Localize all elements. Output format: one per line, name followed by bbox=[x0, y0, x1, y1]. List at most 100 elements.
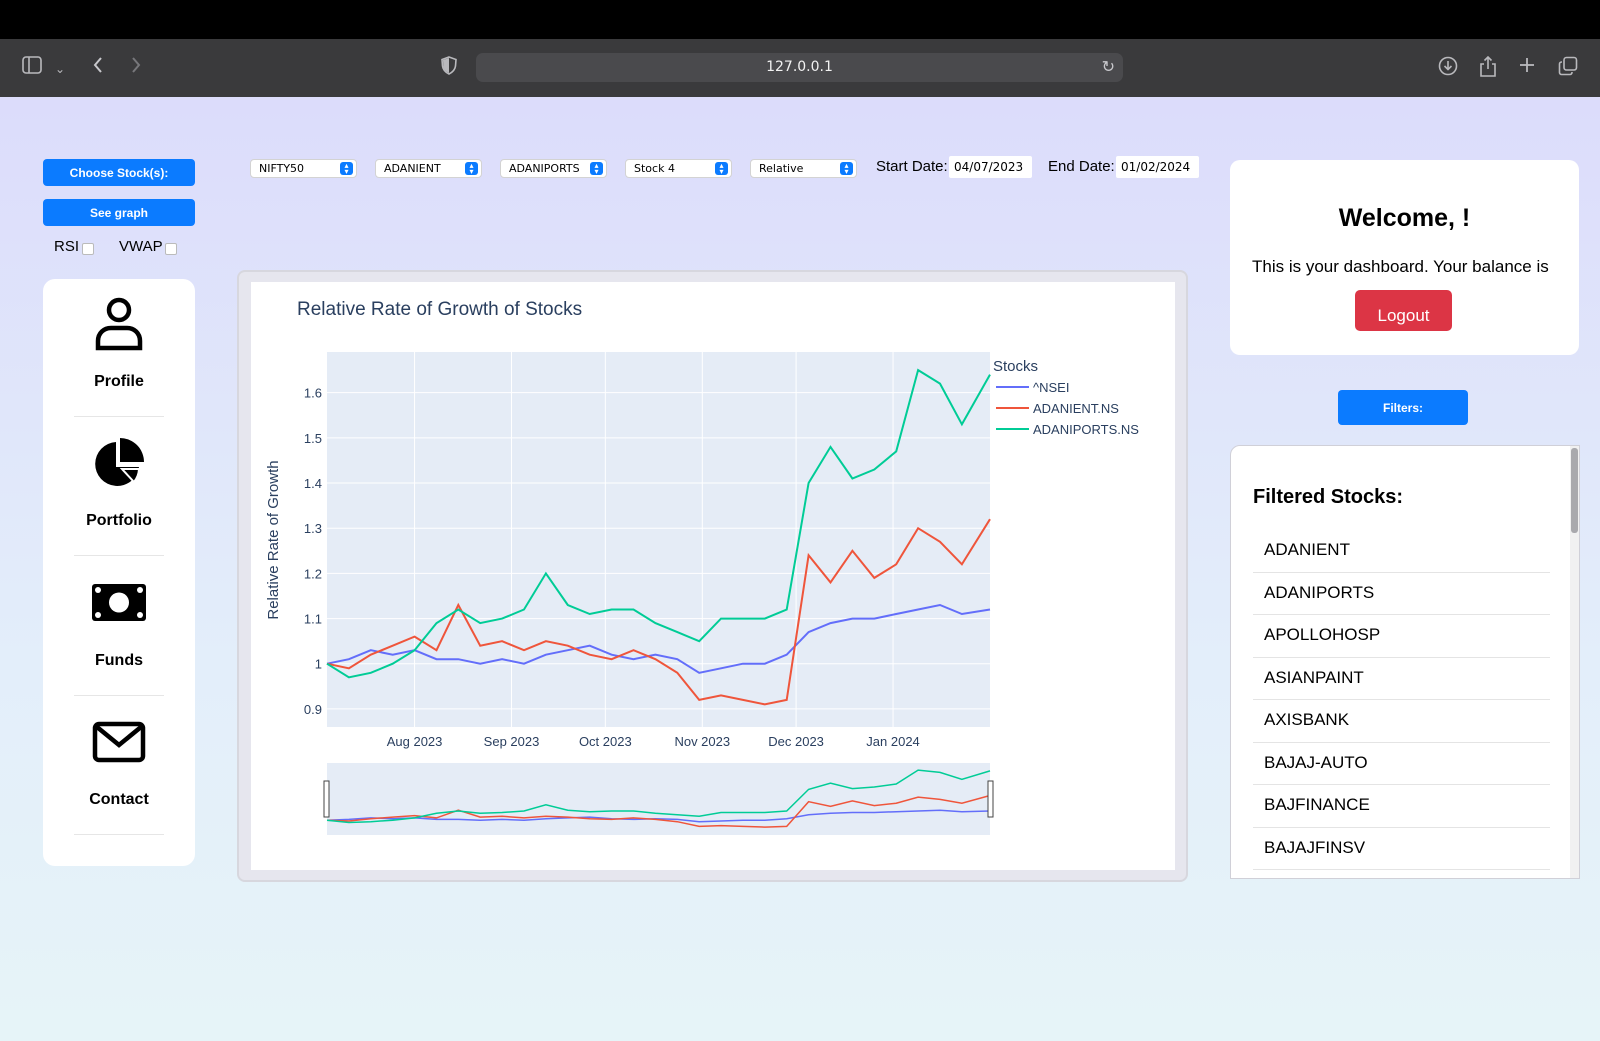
window-top-bar bbox=[0, 0, 1600, 39]
pie-chart-icon bbox=[95, 438, 144, 486]
money-icon bbox=[92, 584, 146, 621]
legend-item[interactable]: ^NSEI bbox=[1033, 380, 1069, 395]
chevron-down-icon[interactable]: ⌄ bbox=[55, 58, 65, 80]
scrollbar[interactable] bbox=[1570, 446, 1579, 878]
legend-title: Stocks bbox=[993, 358, 1038, 375]
chart-container: Relative Rate of Growth of Stocks 0.9 1 1.… bbox=[251, 282, 1175, 870]
sidebar-item-profile[interactable]: Profile bbox=[74, 297, 164, 417]
end-date-input[interactable]: 01/02/2024 bbox=[1116, 156, 1199, 178]
y-axis-label: Relative Rate of Growth bbox=[265, 460, 282, 619]
see-graph-button[interactable]: See graph bbox=[43, 199, 195, 226]
legend-item[interactable]: ADANIENT.NS bbox=[1033, 401, 1119, 416]
sidebar-item-label: Contact bbox=[89, 791, 149, 808]
y-tick-label: 1.3 bbox=[304, 521, 322, 536]
y-tick-label: 1.5 bbox=[304, 431, 322, 446]
sidebar-item-label: Profile bbox=[94, 373, 144, 390]
dashboard-page: Choose Stock(s): See graph RSI VWAP Prof… bbox=[0, 97, 1600, 1041]
envelope-icon bbox=[92, 721, 146, 763]
select-value: Relative bbox=[759, 162, 804, 175]
list-item[interactable]: BAJAJFINSV bbox=[1253, 828, 1550, 870]
y-tick-label: 1 bbox=[315, 657, 322, 672]
rsi-label: RSI bbox=[54, 238, 80, 255]
x-tick-label: Oct 2023 bbox=[579, 734, 632, 749]
back-arrow-icon[interactable] bbox=[92, 56, 104, 78]
select-value: Stock 4 bbox=[634, 162, 675, 175]
select-value: ADANIENT bbox=[384, 162, 441, 175]
y-tick-label: 0.9 bbox=[304, 702, 322, 717]
address-bar[interactable]: 127.0.0.1 ↻ bbox=[476, 53, 1123, 82]
sidebar-item-funds[interactable]: Funds bbox=[74, 576, 164, 696]
legend-item[interactable]: ADANIPORTS.NS bbox=[1033, 422, 1139, 437]
end-date-label: End Date: bbox=[1048, 158, 1115, 175]
person-icon bbox=[95, 297, 143, 351]
shield-icon[interactable] bbox=[441, 56, 457, 79]
start-date-input[interactable]: 04/07/2023 bbox=[949, 156, 1032, 178]
list-item[interactable]: BAJAJ-AUTO bbox=[1253, 743, 1550, 785]
new-tab-icon[interactable] bbox=[1518, 56, 1536, 78]
choose-stocks-button[interactable]: Choose Stock(s): bbox=[43, 159, 195, 186]
x-tick-label: Aug 2023 bbox=[387, 734, 443, 749]
stock-3-select[interactable]: Stock 4 ▴ ▾ bbox=[625, 159, 732, 178]
y-tick-label: 1.4 bbox=[304, 476, 322, 491]
select-arrows-icon: ▴ ▾ bbox=[590, 162, 603, 176]
sidebar-item-contact[interactable]: Contact bbox=[74, 715, 164, 835]
welcome-card: Welcome, ! This is your dashboard. Your … bbox=[1230, 160, 1579, 355]
stock-2-select[interactable]: ADANIPORTS ▴ ▾ bbox=[500, 159, 607, 178]
x-tick-label: Nov 2023 bbox=[674, 734, 730, 749]
sidebar-toggle-icon[interactable] bbox=[22, 56, 42, 78]
filtered-stocks-title: Filtered Stocks: bbox=[1253, 486, 1404, 508]
plot-area[interactable] bbox=[327, 352, 990, 727]
start-date-label: Start Date: bbox=[876, 158, 948, 175]
range-slider-left-handle[interactable] bbox=[323, 780, 330, 818]
stock-list: ADANIENT ADANIPORTS APOLLOHOSP ASIANPAINT AX… bbox=[1253, 530, 1550, 870]
vwap-checkbox[interactable] bbox=[165, 243, 177, 255]
sidebar-item-portfolio[interactable]: Portfolio bbox=[74, 436, 164, 556]
tab-overview-icon[interactable] bbox=[1558, 56, 1578, 80]
index-select[interactable]: NIFTY50 ▴ ▾ bbox=[250, 159, 357, 178]
download-icon[interactable] bbox=[1438, 56, 1458, 80]
y-tick-labels: 0.9 1 1.1 1.2 1.3 1.4 1.5 1.6 bbox=[304, 386, 322, 717]
x-tick-label: Sep 2023 bbox=[484, 734, 540, 749]
chart-frame: Relative Rate of Growth of Stocks 0.9 1 1.… bbox=[237, 270, 1188, 882]
range-slider-right-handle[interactable] bbox=[987, 780, 994, 818]
y-tick-label: 1.2 bbox=[304, 566, 322, 581]
rsi-checkbox[interactable] bbox=[82, 243, 94, 255]
reload-icon[interactable]: ↻ bbox=[1102, 57, 1115, 76]
list-item[interactable]: ADANIPORTS bbox=[1253, 573, 1550, 615]
select-arrows-icon: ▴ ▾ bbox=[465, 162, 478, 176]
growth-chart[interactable]: Relative Rate of Growth of Stocks 0.9 1 1.… bbox=[251, 282, 1175, 870]
legend[interactable]: ^NSEI ADANIENT.NS ADANIPORTS.NS bbox=[996, 380, 1139, 437]
list-item[interactable]: ASIANPAINT bbox=[1253, 658, 1550, 700]
vwap-label: VWAP bbox=[119, 238, 163, 255]
x-tick-label: Dec 2023 bbox=[768, 734, 824, 749]
list-item[interactable]: APOLLOHOSP bbox=[1253, 615, 1550, 658]
x-tick-labels: Aug 2023 Sep 2023 Oct 2023 Nov 2023 Dec 2023… bbox=[387, 734, 920, 749]
balance-text: This is your dashboard. Your balance is bbox=[1252, 257, 1549, 276]
scrollbar-thumb[interactable] bbox=[1571, 448, 1578, 533]
chart-title: Relative Rate of Growth of Stocks bbox=[297, 299, 582, 320]
x-tick-label: Jan 2024 bbox=[866, 734, 920, 749]
list-item[interactable]: AXISBANK bbox=[1253, 700, 1550, 743]
url-text: 127.0.0.1 bbox=[766, 59, 833, 75]
sidebar-nav: Profile Portfolio Funds Contact bbox=[43, 279, 195, 866]
welcome-title: Welcome, ! bbox=[1338, 204, 1471, 232]
stock-1-select[interactable]: ADANIENT ▴ ▾ bbox=[375, 159, 482, 178]
select-arrows-icon: ▴ ▾ bbox=[840, 162, 853, 176]
y-tick-label: 1.1 bbox=[304, 612, 322, 627]
mode-select[interactable]: Relative ▴ ▾ bbox=[750, 159, 857, 178]
filters-button[interactable]: Filters: bbox=[1338, 390, 1468, 425]
forward-arrow-icon[interactable] bbox=[130, 56, 142, 78]
list-item[interactable]: BAJFINANCE bbox=[1253, 785, 1550, 828]
filtered-stocks-panel[interactable]: Filtered Stocks: ADANIENT ADANIPORTS APOLL… bbox=[1230, 445, 1580, 879]
y-tick-label: 1.6 bbox=[304, 386, 322, 401]
select-value: NIFTY50 bbox=[259, 162, 305, 175]
range-slider[interactable] bbox=[327, 763, 990, 835]
select-arrows-icon: ▴ ▾ bbox=[715, 162, 728, 176]
select-arrows-icon: ▴ ▾ bbox=[340, 162, 353, 176]
sidebar-item-label: Portfolio bbox=[86, 512, 152, 529]
sidebar-item-label: Funds bbox=[95, 652, 143, 669]
select-value: ADANIPORTS bbox=[509, 162, 580, 175]
logout-button[interactable]: Logout bbox=[1355, 290, 1452, 331]
share-icon[interactable] bbox=[1479, 55, 1497, 82]
list-item[interactable]: ADANIENT bbox=[1253, 530, 1550, 573]
